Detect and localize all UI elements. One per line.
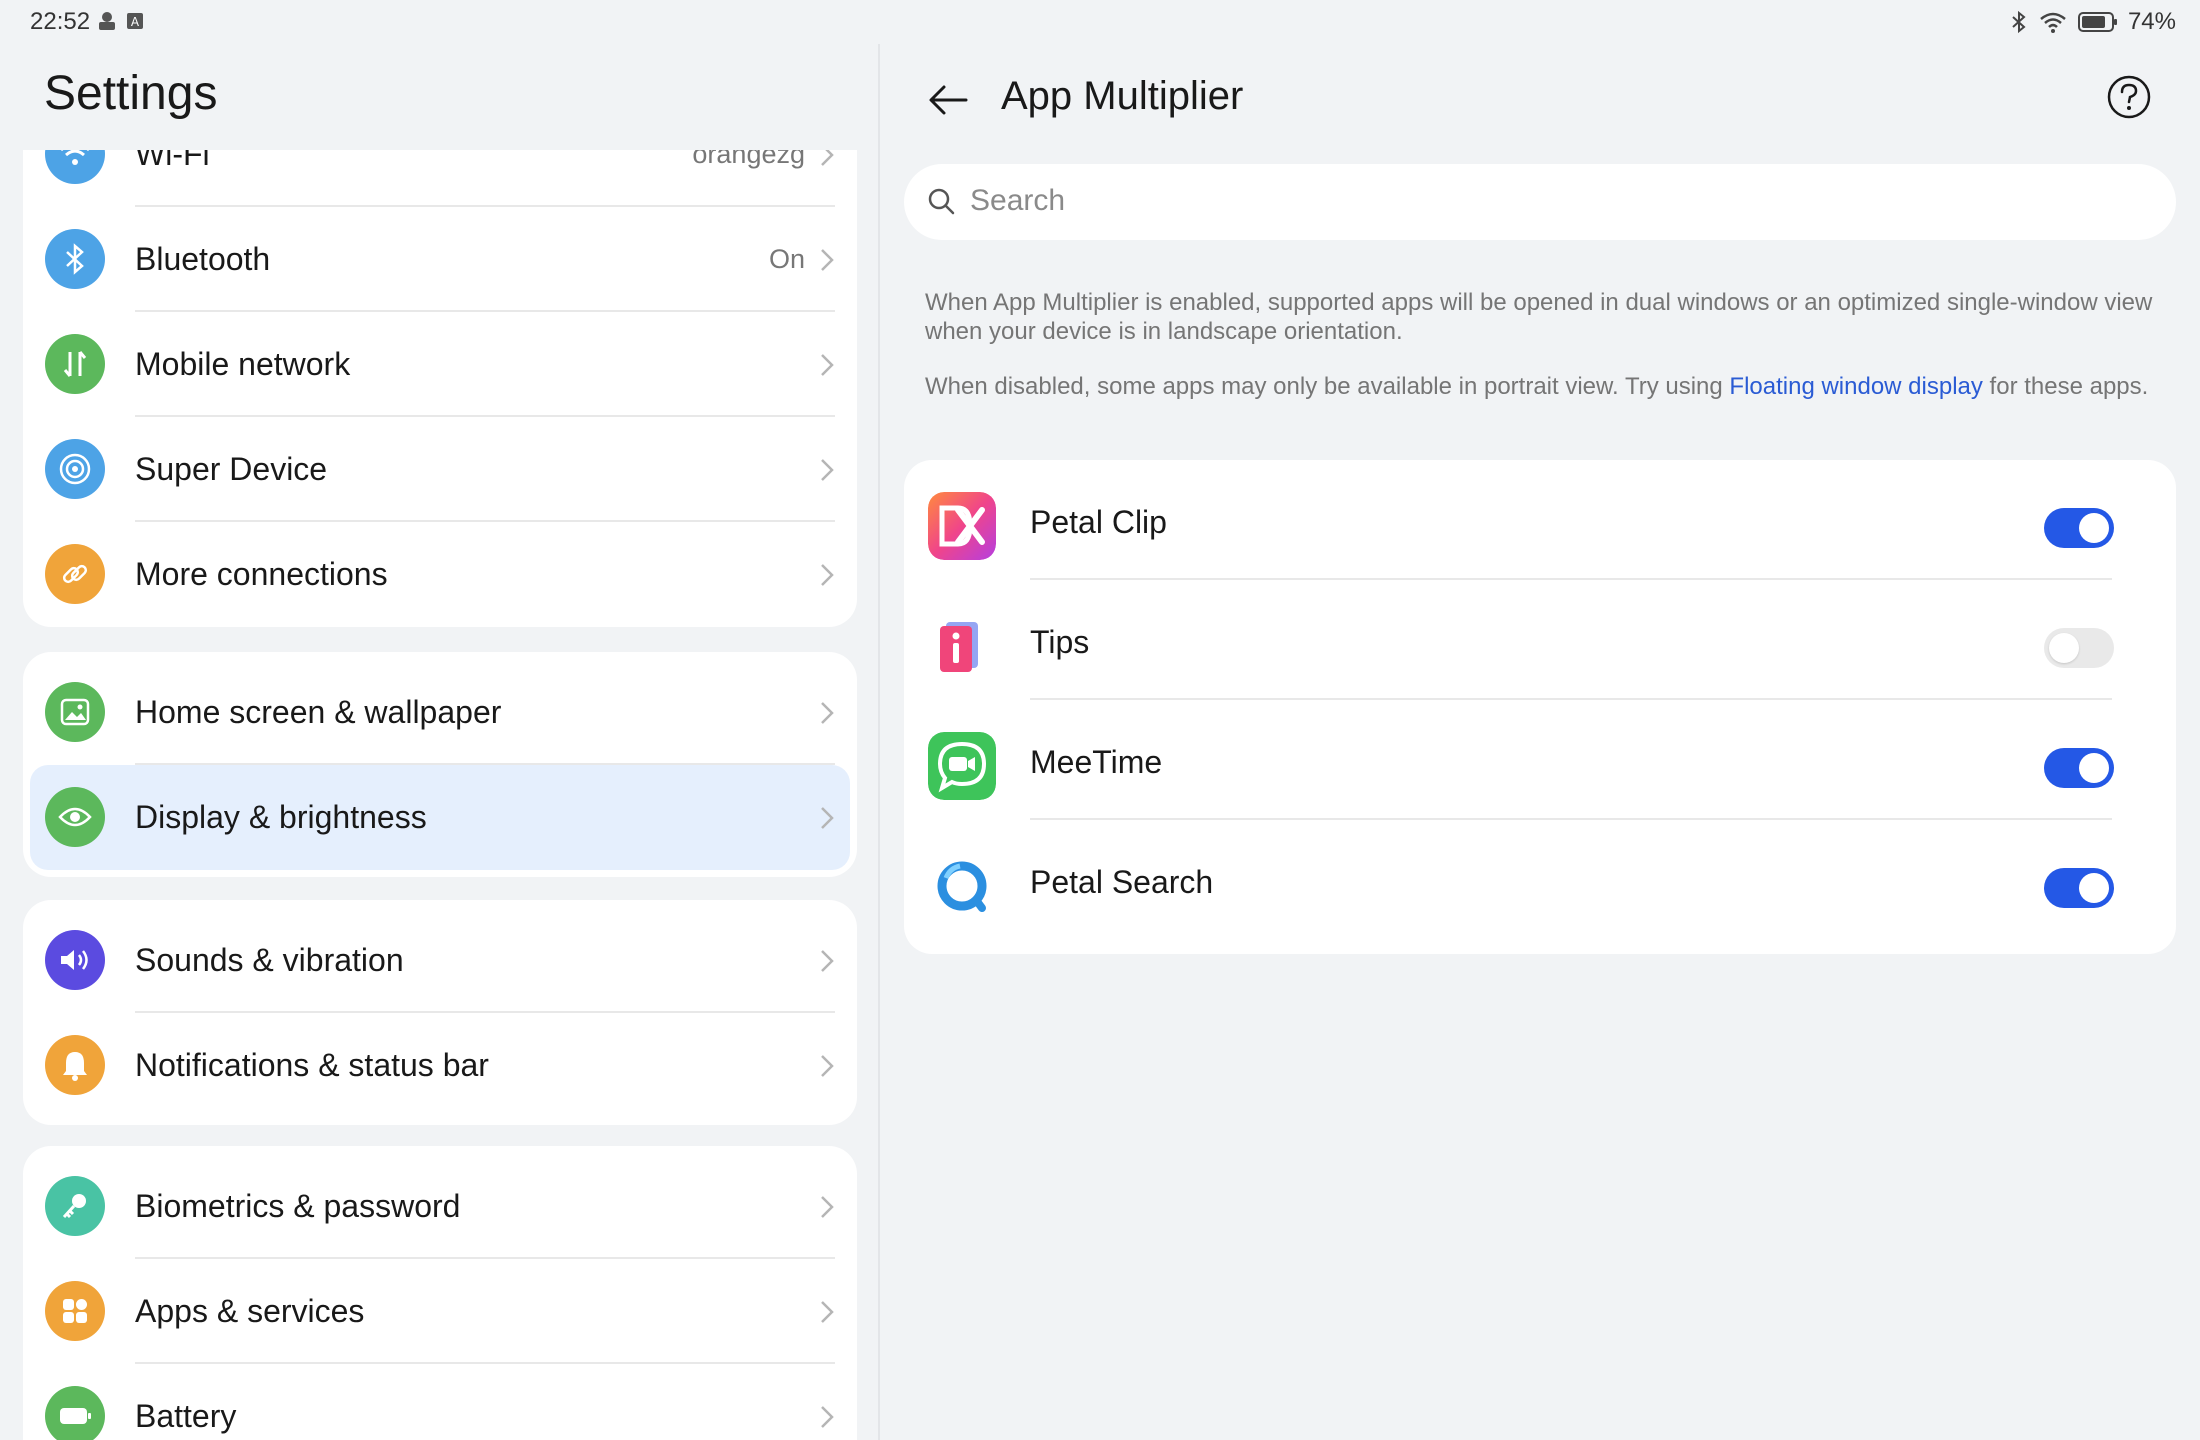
petal-search-icon <box>937 861 987 912</box>
page-title: App Multiplier <box>1001 74 1244 118</box>
app-label: Petal Clip <box>1030 504 1167 540</box>
chevron-right-icon <box>821 1406 834 1428</box>
settings-item-label: Battery <box>135 1398 237 1434</box>
eye-icon <box>45 787 105 847</box>
settings-item-value: On <box>768 244 805 274</box>
chevron-right-icon <box>821 807 834 829</box>
pane-divider <box>878 44 880 1440</box>
settings-item-label: Sounds & vibration <box>135 942 404 978</box>
settings-item-biometrics[interactable]: Biometrics & password <box>23 1154 857 1259</box>
petal-clip-icon <box>928 492 996 560</box>
wallpaper-icon <box>45 682 105 742</box>
meetime-icon <box>928 732 996 800</box>
app-toggle-petal-clip[interactable] <box>2044 508 2114 548</box>
settings-item-battery[interactable]: Battery <box>23 1364 857 1440</box>
link-icon <box>45 544 105 604</box>
bluetooth-status-icon <box>2012 10 2026 34</box>
chevron-right-icon <box>821 249 834 271</box>
settings-item-display-brightness[interactable]: Display & brightness <box>23 765 857 870</box>
settings-title: Settings <box>44 67 218 120</box>
settings-group-sound: Sounds & vibration Notifications & statu… <box>23 900 857 1125</box>
app-label: Petal Search <box>1030 864 1214 900</box>
app-toggle-petal-search[interactable] <box>2044 868 2114 908</box>
speaker-icon <box>45 930 105 990</box>
app-row-petal-clip[interactable]: Petal Clip <box>904 460 2176 580</box>
status-bar: 22:52 A 74% <box>0 0 2200 44</box>
super-device-icon <box>45 439 105 499</box>
bluetooth-icon <box>45 229 105 289</box>
battery-status-icon <box>2077 12 2117 32</box>
settings-item-super-device[interactable]: Super Device <box>23 417 857 522</box>
wifi-status-icon <box>2040 12 2066 33</box>
chevron-right-icon <box>821 459 834 481</box>
search-input[interactable]: Search <box>904 164 2176 240</box>
settings-item-label: Super Device <box>135 451 328 487</box>
description-text: for these apps. <box>1982 373 2149 400</box>
settings-item-more-connections[interactable]: More connections <box>23 522 857 627</box>
apps-list: Petal Clip Tips MeeTime Petal Search <box>904 460 2176 954</box>
settings-item-label: Apps & services <box>135 1293 365 1329</box>
settings-item-sounds-vibration[interactable]: Sounds & vibration <box>23 908 857 1013</box>
tips-icon <box>940 622 978 672</box>
description-disabled: When disabled, some apps may only be ava… <box>925 372 2165 401</box>
description-enabled: When App Multiplier is enabled, supporte… <box>925 289 2153 345</box>
keyboard-indicator-icon: A <box>127 13 143 29</box>
arrow-left-icon <box>929 85 968 115</box>
key-icon <box>45 1176 105 1236</box>
app-label: Tips <box>1030 624 1090 660</box>
description-text: When disabled, some apps may only be ava… <box>925 373 1730 400</box>
help-icon[interactable] <box>2106 74 2152 120</box>
settings-item-label: Home screen & wallpaper <box>135 694 502 730</box>
settings-item-label: Biometrics & password <box>135 1188 461 1224</box>
app-label: MeeTime <box>1030 744 1163 780</box>
search-icon <box>928 188 955 215</box>
settings-item-label: Wi-Fi <box>135 150 210 172</box>
settings-group-connectivity: Wi-Fi orangezg Bluetooth On Mobile netwo… <box>23 150 857 627</box>
chevron-right-icon <box>821 702 834 724</box>
settings-item-label: Bluetooth <box>135 241 271 277</box>
settings-item-label: Display & brightness <box>135 799 427 835</box>
settings-item-mobile-network[interactable]: Mobile network <box>23 312 857 417</box>
chevron-right-icon <box>821 564 834 586</box>
settings-item-home-screen[interactable]: Home screen & wallpaper <box>23 660 857 765</box>
bell-icon <box>45 1035 105 1095</box>
battery-percent: 74% <box>2127 8 2176 35</box>
app-row-tips[interactable]: Tips <box>904 580 2176 700</box>
settings-item-label: Mobile network <box>135 346 351 382</box>
back-button[interactable] <box>918 70 978 130</box>
settings-item-notifications[interactable]: Notifications & status bar <box>23 1013 857 1118</box>
notification-icon <box>99 12 115 30</box>
settings-item-label: Notifications & status bar <box>135 1047 489 1083</box>
settings-item-label: More connections <box>135 556 388 592</box>
chevron-right-icon <box>821 354 834 376</box>
mobile-network-icon <box>45 334 105 394</box>
chevron-right-icon <box>821 950 834 972</box>
floating-window-link[interactable]: Floating window display <box>1729 373 1982 400</box>
battery-icon <box>45 1386 105 1440</box>
chevron-right-icon <box>821 1196 834 1218</box>
wifi-icon <box>45 150 105 184</box>
settings-list[interactable]: Wi-Fi orangezg Bluetooth On Mobile netwo… <box>0 150 878 1440</box>
settings-group-display: Home screen & wallpaper Display & bright… <box>23 652 857 877</box>
apps-icon <box>45 1281 105 1341</box>
svg-text:A: A <box>131 15 140 29</box>
clock: 22:52 <box>30 8 91 35</box>
settings-item-apps-services[interactable]: Apps & services <box>23 1259 857 1364</box>
app-row-petal-search[interactable]: Petal Search <box>904 820 2176 940</box>
settings-item-value: orangezg <box>692 150 805 169</box>
app-toggle-meetime[interactable] <box>2044 748 2114 788</box>
settings-item-wifi[interactable]: Wi-Fi orangezg <box>23 150 857 207</box>
chevron-right-icon <box>821 1301 834 1323</box>
chevron-right-icon <box>821 150 834 166</box>
app-row-meetime[interactable]: MeeTime <box>904 700 2176 820</box>
settings-item-bluetooth[interactable]: Bluetooth On <box>23 207 857 312</box>
search-placeholder: Search <box>970 184 1066 217</box>
app-toggle-tips[interactable] <box>2044 628 2114 668</box>
chevron-right-icon <box>821 1055 834 1077</box>
settings-group-security: Biometrics & password Apps & services Ba… <box>23 1146 857 1440</box>
